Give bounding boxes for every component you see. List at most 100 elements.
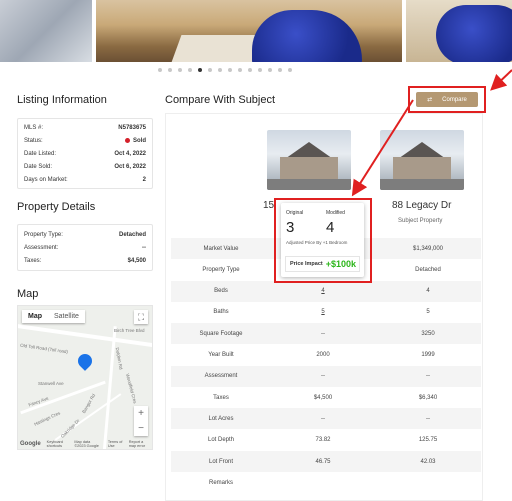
compare-cell-subject: 125.75 [418,437,438,444]
compare-row: Taxes $4,500 $6,340 [171,387,481,408]
highlight-box [274,198,372,283]
gallery-photo[interactable] [0,0,92,62]
property-row-assessment: Assessment: -- [24,244,146,251]
compare-cell-subject: $6,340 [418,394,438,401]
compare-cell-subject: Detached [415,266,441,273]
compare-cell-comparable: -- [321,330,325,337]
property-row-type: Property Type: Detached [24,231,146,238]
compare-row-label: Market Value [203,245,239,252]
listing-info-title: Listing Information [17,94,107,106]
compare-row: Beds 4 4 [171,280,481,302]
compare-row-label: Lot Acres [208,415,234,422]
gallery-dot[interactable] [208,68,212,72]
compare-row: Year Built 2000 1999 [171,345,481,366]
map-label: Hastings Cres [33,410,61,427]
property-row-taxes: Taxes: $4,500 [24,257,146,264]
property-details-title: Property Details [17,201,96,213]
compare-row: Square Footage -- 3250 [171,323,481,345]
compare-row: Lot Acres -- -- [171,408,481,430]
compare-row-label: Property Type [202,266,240,273]
map-title: Map [17,288,39,300]
compare-cell-subject: 3250 [421,330,435,337]
compare-row-label: Assessment [204,373,238,380]
gallery-dot[interactable] [198,68,202,72]
map[interactable]: Birch Tree Blvd Old Toll Road (Toll road… [17,305,153,450]
compare-row-label: Remarks [208,479,233,486]
compare-row-label: Year Built [208,352,234,358]
map-data-text: Map data ©2023 Google [74,440,99,448]
compare-cell-comparable: 2000 [316,352,330,358]
map-label: Stanwell Ave [38,381,64,386]
compare-title: Compare With Subject [165,94,276,106]
compare-cell-comparable: $4,500 [313,394,333,401]
listing-row-days-on-market: Days on Market: 2 [24,176,146,183]
gallery-dot[interactable] [258,68,262,72]
sold-status-dot [125,138,130,143]
compare-cell-subject: $1,349,000 [412,245,444,252]
subject-property-label: Subject Property [398,218,443,224]
map-footer: Google Keyboard shortcuts Map data ©2023… [20,440,150,448]
listing-info-card: MLS #: N5783675 Status: Sold Date Listed: O… [17,118,153,189]
compare-row-label: Taxes [213,394,229,401]
keyboard-shortcuts-link[interactable]: Keyboard shortcuts [47,440,69,448]
compare-cell-subject: 42.03 [420,458,436,465]
gallery-dot[interactable] [168,68,172,72]
comparable-address[interactable]: 15 [263,200,274,211]
map-tab-map[interactable]: Map [22,310,48,323]
compare-cell-subject: -- [426,415,430,422]
zoom-in-button[interactable]: + [134,406,148,421]
gallery-dot[interactable] [188,68,192,72]
property-details-card: Property Type: Detached Assessment: -- Tax… [17,224,153,271]
compare-cell-subject: 4 [426,288,430,295]
gallery-dot[interactable] [268,68,272,72]
compare-cell-comparable: -- [321,373,325,380]
fullscreen-icon[interactable]: ⛶ [134,310,148,324]
map-label: Woodfield Cres [124,373,138,404]
compare-cell-subject: -- [426,373,430,380]
map-label: Dolphin Rd [114,347,124,370]
map-tab-satellite[interactable]: Satellite [48,310,85,323]
gallery-pagination [158,68,292,72]
compare-cell-comparable[interactable]: 4 [271,288,375,294]
listing-row-date-sold: Date Sold: Oct 6, 2022 [24,163,146,170]
listing-row-date-listed: Date Listed: Oct 4, 2022 [24,150,146,157]
subject-photo[interactable] [380,130,464,190]
compare-row: Lot Front 46.75 42.03 [171,451,481,472]
compare-cell-comparable: 73.82 [315,437,331,444]
gallery-dot[interactable] [218,68,222,72]
gallery-dot[interactable] [238,68,242,72]
report-error-link[interactable]: Report a map error [129,440,150,448]
listing-row-status: Status: Sold [24,137,146,144]
photo-gallery[interactable] [0,0,512,62]
subject-address[interactable]: 88 Legacy Dr [392,200,451,211]
gallery-photo-active[interactable] [96,0,402,62]
compare-row-label: Lot Depth [207,437,235,444]
gallery-dot[interactable] [228,68,232,72]
compare-cell-comparable: -- [321,415,325,422]
location-pin-icon[interactable] [75,351,95,371]
gallery-dot[interactable] [158,68,162,72]
comparable-photo[interactable] [267,130,351,190]
gallery-dot[interactable] [278,68,282,72]
compare-cell-subject: 1999 [421,352,435,358]
gallery-photo[interactable] [406,0,512,62]
map-type-toggle: Map Satellite [22,310,85,323]
map-label: Oakridge Dr [59,418,81,439]
compare-cell-comparable[interactable]: 5 [271,309,375,315]
arrow [490,69,512,91]
zoom-out-button[interactable]: − [134,421,148,436]
compare-row-label: Beds [214,288,228,295]
compare-row: Baths 5 5 [171,302,481,323]
map-label: Old Toll Road (Toll road) [19,342,69,355]
gallery-dot[interactable] [178,68,182,72]
compare-row: Lot Depth 73.82 125.75 [171,430,481,451]
gallery-dot[interactable] [288,68,292,72]
map-road [102,326,117,449]
zoom-controls: + − [134,406,148,436]
compare-row: Remarks [171,472,481,493]
compare-row-label: Square Footage [199,330,243,337]
listing-row-mls: MLS #: N5783675 [24,124,146,131]
gallery-dot[interactable] [248,68,252,72]
terms-link[interactable]: Terms of Use [108,440,123,448]
compare-row-label: Lot Front [208,458,233,465]
